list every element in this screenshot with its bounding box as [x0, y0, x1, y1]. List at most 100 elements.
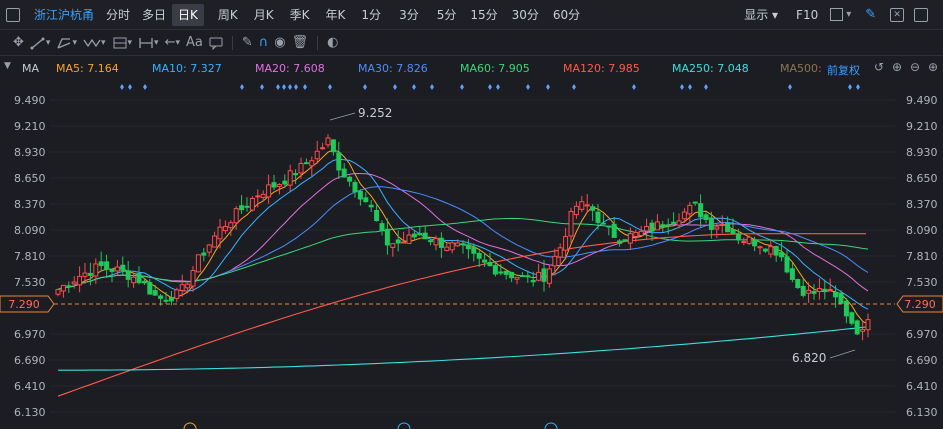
- candle-body: [201, 252, 207, 256]
- toggle-icon[interactable]: ◐: [324, 32, 341, 54]
- y-tick-label-left: 8.370: [14, 198, 46, 211]
- candle-body: [843, 300, 849, 317]
- candle-body: [789, 268, 795, 280]
- ma-label[interactable]: MA: [22, 62, 39, 75]
- display-label: 显示: [744, 7, 769, 22]
- candle-body: [725, 222, 731, 233]
- trash-icon[interactable]: 🗑: [289, 32, 312, 54]
- candle-body: [217, 226, 223, 240]
- tab-multiday[interactable]: 多日: [136, 4, 172, 26]
- tab-15min[interactable]: 15分: [464, 4, 503, 26]
- y-tick-label-left: 6.130: [14, 406, 46, 419]
- candle-body: [455, 242, 461, 247]
- y-tick-label-right: 9.210: [906, 120, 938, 133]
- candle-body: [125, 270, 131, 280]
- candle-body: [379, 223, 385, 231]
- candle-body: [222, 225, 228, 232]
- tab-3min[interactable]: 3分: [393, 4, 425, 26]
- tab-quarterly-k[interactable]: 季K: [284, 4, 316, 26]
- tab-60min[interactable]: 60分: [547, 4, 586, 26]
- wave-tool-icon[interactable]: ▾: [80, 32, 109, 54]
- y-tick-label-right: 7.530: [906, 276, 938, 289]
- y-tick-label-left: 6.690: [14, 354, 46, 367]
- fib-tool-icon[interactable]: ▾: [109, 32, 136, 54]
- event-dot: [848, 84, 852, 90]
- candle-body: [849, 312, 855, 324]
- tab-yearly-k[interactable]: 年K: [320, 4, 352, 26]
- close-icon[interactable]: ✕: [890, 7, 905, 22]
- candle-body: [482, 259, 488, 263]
- menu-icon[interactable]: [6, 7, 20, 22]
- channel-tool-icon[interactable]: ▾: [53, 32, 80, 54]
- event-dot: [363, 84, 367, 90]
- eraser-icon[interactable]: ✎: [239, 32, 256, 54]
- tab-daily-k[interactable]: 日K: [172, 3, 204, 26]
- ma5-value: MA5: 7.164: [56, 62, 119, 75]
- tab-intraday[interactable]: 分时: [100, 4, 136, 26]
- pen-icon[interactable]: ✎: [865, 7, 876, 22]
- magnet-icon[interactable]: ∩: [256, 32, 272, 54]
- add-icon[interactable]: ⊕: [892, 60, 902, 74]
- tab-monthly-k[interactable]: 月K: [248, 4, 280, 26]
- candle-body: [719, 224, 725, 227]
- stock-title[interactable]: 浙江沪杭甬: [28, 4, 100, 26]
- candle-body: [795, 279, 801, 288]
- candle-body: [336, 152, 342, 171]
- tab-5min[interactable]: 5分: [431, 4, 463, 26]
- eye-icon[interactable]: ◉: [271, 32, 288, 54]
- current-price-left: 7.290: [8, 298, 40, 311]
- y-tick-label-left: 6.410: [14, 380, 46, 393]
- tab-30min[interactable]: 30分: [506, 4, 545, 26]
- candle-body: [287, 170, 293, 186]
- candle-body: [104, 261, 110, 270]
- ma5-line: [57, 149, 869, 325]
- tab-weekly-k[interactable]: 周K: [212, 4, 244, 26]
- chevron-down-icon[interactable]: ▾: [846, 9, 851, 20]
- candle-body: [341, 168, 347, 178]
- range-tool-icon[interactable]: ▾: [135, 32, 162, 54]
- arrow-tool-icon[interactable]: ← ▾: [162, 32, 183, 54]
- restore-icon[interactable]: [914, 7, 929, 22]
- collapse-icon[interactable]: ▼: [4, 61, 11, 71]
- candle-body: [352, 182, 358, 193]
- event-dot: [430, 84, 434, 90]
- candle-body: [190, 270, 196, 287]
- ma250-value: MA250: 7.048: [672, 62, 749, 75]
- comment-icon[interactable]: [206, 32, 226, 54]
- more-icon[interactable]: ⊕: [928, 60, 938, 74]
- candle-body: [303, 162, 309, 165]
- candle-body: [703, 214, 709, 221]
- period-tab-bar: 浙江沪杭甬 分时 多日 日K 周K 月K 季K 年K 1分 3分 5分 15分 …: [0, 0, 943, 30]
- candle-body: [228, 222, 234, 229]
- event-dot: [526, 84, 530, 90]
- candle-body: [487, 261, 493, 267]
- event-dot: [276, 84, 280, 90]
- candle-body: [444, 246, 450, 251]
- f10-button[interactable]: F10: [790, 4, 824, 26]
- candle-body: [773, 246, 779, 256]
- current-price-right: 7.290: [904, 298, 936, 311]
- kline-chart[interactable]: 9.490 9.490 9.210 9.210 8.930 8.930 8.650 8.650…: [0, 80, 943, 429]
- checkbox-icon[interactable]: [830, 8, 844, 21]
- candle-body: [293, 173, 299, 176]
- candle-body: [314, 150, 320, 160]
- candle-body: [757, 246, 763, 249]
- display-dropdown[interactable]: 显示 ▾: [738, 4, 784, 26]
- y-tick-label-right: 8.650: [906, 172, 938, 185]
- candle-body: [514, 276, 520, 280]
- remove-icon[interactable]: ⊖: [910, 60, 920, 74]
- ma10-value: MA10: 7.327: [152, 62, 222, 75]
- crosshair-icon[interactable]: ✥: [10, 32, 27, 54]
- high-price-label: 9.252: [358, 106, 392, 120]
- line-tool-icon[interactable]: ▾: [27, 32, 54, 54]
- candle-body: [82, 272, 88, 277]
- tab-1min[interactable]: 1分: [355, 4, 387, 26]
- candle-body: [590, 206, 596, 211]
- event-dot: [632, 84, 636, 90]
- adjust-mode[interactable]: 前复权: [827, 62, 860, 78]
- event-dot: [856, 84, 860, 90]
- text-tool[interactable]: Aa: [183, 32, 206, 54]
- candle-body: [557, 247, 563, 258]
- reset-icon[interactable]: ↺: [874, 60, 884, 74]
- candle-body: [854, 320, 860, 335]
